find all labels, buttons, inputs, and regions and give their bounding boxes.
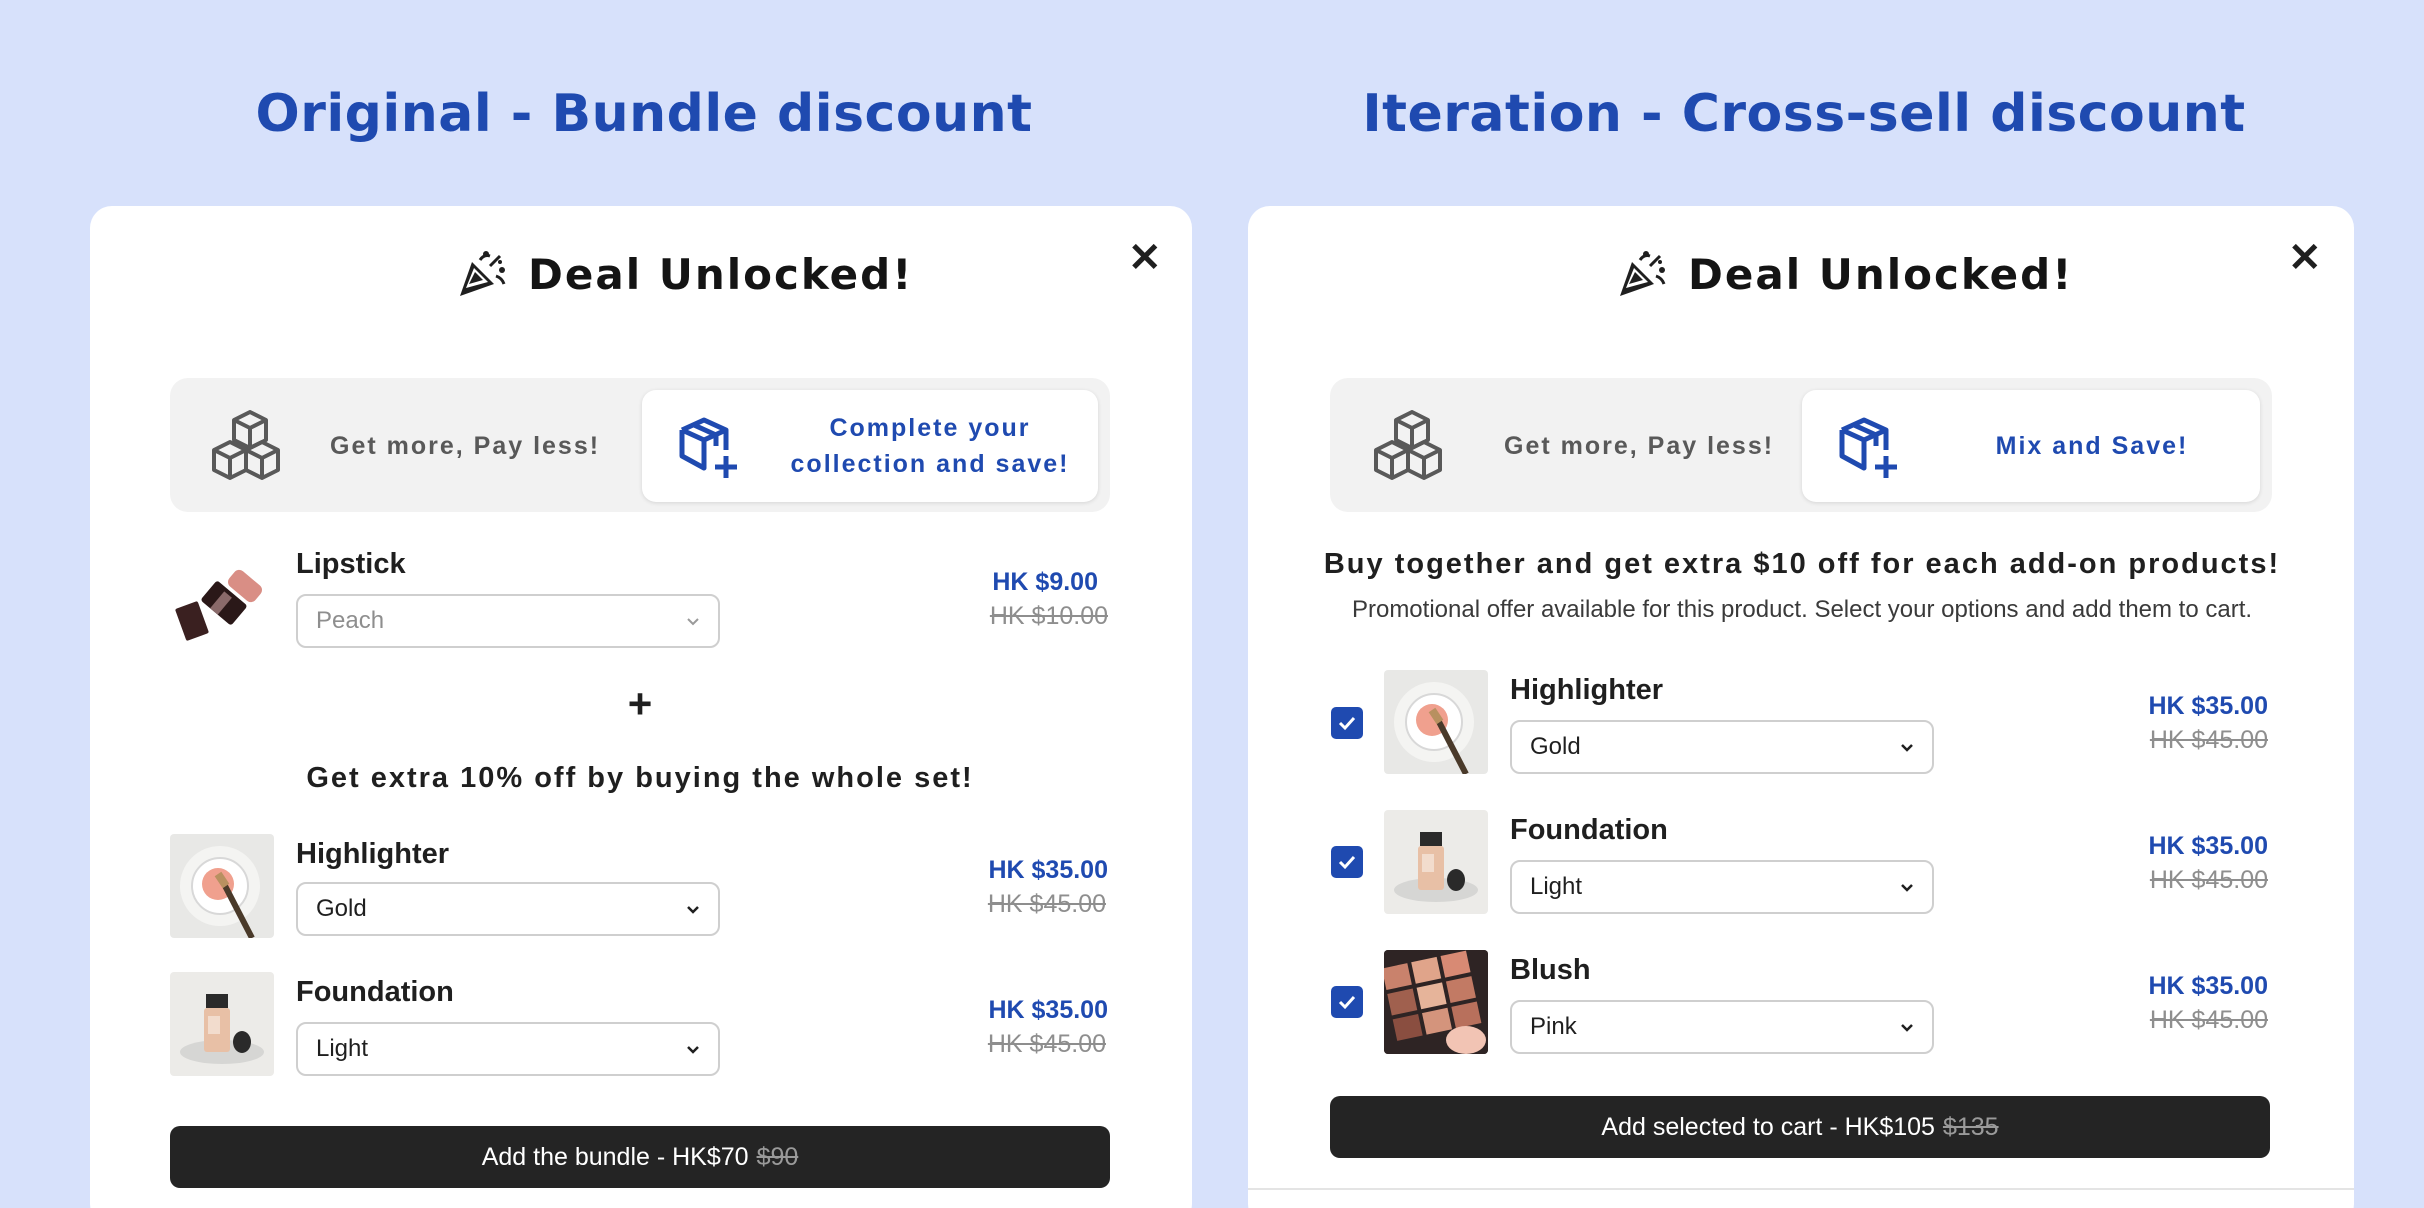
tab-get-more[interactable]: Get more, Pay less! (1330, 390, 1800, 502)
tab-complete-collection[interactable]: Complete your collection and save! (642, 390, 1098, 502)
right-footer-divider (1248, 1188, 2354, 1190)
foundation-shade-select[interactable]: Light (1510, 860, 1934, 914)
foundation-image (1384, 810, 1488, 914)
foundation-old-price: HK $45.00 (987, 1030, 1106, 1058)
chevron-down-icon (1901, 884, 1913, 892)
tab-complete-line1: Complete your (829, 414, 1031, 442)
lipstick-old-price: HK $10.00 (989, 602, 1108, 630)
tab-complete-line2: collection and save! (790, 450, 1070, 478)
lipstick-image (170, 554, 274, 658)
foundation-shade-value: Light (316, 1035, 369, 1062)
foundation-image (170, 972, 274, 1076)
add-bundle-label: Add the bundle - HK$70 (481, 1142, 749, 1171)
right-promo-title: Buy together and get extra $10 off for e… (1323, 548, 2281, 580)
highlighter-checkbox[interactable] (1331, 707, 1363, 739)
left-deal-title: Deal Unlocked! (456, 248, 913, 300)
blush-image (1384, 950, 1488, 1054)
blush-price: HK $35.00 (2148, 972, 2268, 1000)
highlighter-shade-value: Gold (1530, 733, 1581, 760)
chevron-down-icon (687, 618, 699, 626)
boxes-icon (212, 410, 280, 480)
foundation-checkbox[interactable] (1331, 846, 1363, 878)
highlighter-image (170, 834, 274, 938)
box-plus-icon (1839, 417, 1897, 478)
right-promo-subtitle: Promotional offer available for this pro… (1351, 596, 2253, 623)
left-tabs: Get more, Pay less! Complete your collec… (170, 378, 1110, 512)
foundation-name: Foundation (296, 976, 454, 1008)
checkmark-icon (1338, 716, 1356, 731)
highlighter-shade-value: Gold (316, 895, 367, 922)
highlighter-name: Highlighter (1510, 674, 1664, 706)
foundation-price: HK $35.00 (988, 996, 1108, 1024)
tab-get-more[interactable]: Get more, Pay less! (170, 390, 640, 502)
left-promo-text: Get extra 10% off by buying the whole se… (306, 762, 974, 794)
deal-title-text: Deal Unlocked! (528, 249, 914, 299)
foundation-old-price: HK $45.00 (2149, 866, 2268, 894)
chevron-down-icon (687, 1046, 699, 1054)
right-tabs: Get more, Pay less! Mix and Save! (1330, 378, 2272, 512)
blush-checkbox[interactable] (1331, 986, 1363, 1018)
checkmark-icon (1338, 855, 1356, 870)
party-popper-icon (460, 251, 506, 296)
tab-complete-label: Complete your collection and save! (770, 410, 1090, 482)
add-selected-old-price: $135 (1942, 1112, 1999, 1141)
lipstick-name: Lipstick (296, 548, 406, 580)
highlighter-old-price: HK $45.00 (987, 890, 1106, 918)
blush-name: Blush (1510, 954, 1591, 986)
lipstick-shade-value: Peach (316, 607, 385, 634)
blush-old-price: HK $45.00 (2149, 1006, 2268, 1034)
chevron-down-icon (1901, 744, 1913, 752)
right-deal-title: Deal Unlocked! (1616, 248, 2073, 300)
chevron-down-icon (687, 906, 699, 914)
highlighter-price: HK $35.00 (988, 856, 1108, 884)
box-plus-icon (679, 417, 737, 478)
lipstick-price: HK $9.00 (992, 568, 1098, 596)
tab-mix-and-save[interactable]: Mix and Save! (1802, 390, 2260, 502)
foundation-shade-value: Light (1530, 873, 1583, 900)
boxes-icon (1374, 410, 1442, 480)
foundation-shade-select[interactable]: Light (296, 1022, 720, 1076)
add-bundle-old-price: $90 (756, 1142, 799, 1171)
add-selected-label: Add selected to cart - HK$105 (1601, 1112, 1935, 1141)
blush-shade-value: Pink (1530, 1013, 1577, 1040)
highlighter-shade-select[interactable]: Gold (296, 882, 720, 936)
deal-title-text: Deal Unlocked! (1688, 249, 2074, 299)
checkmark-icon (1338, 995, 1356, 1010)
plus-sign: + (627, 680, 653, 727)
highlighter-old-price: HK $45.00 (2149, 726, 2268, 754)
right-close-button[interactable]: ✕ (2288, 238, 2322, 278)
highlighter-name: Highlighter (296, 838, 450, 870)
add-bundle-button[interactable]: Add the bundle - HK$70 $90 (170, 1126, 1110, 1188)
foundation-name: Foundation (1510, 814, 1668, 846)
add-selected-to-cart-button[interactable]: Add selected to cart - HK$105 $135 (1330, 1096, 2270, 1158)
party-popper-icon (1620, 251, 1666, 296)
foundation-price: HK $35.00 (2148, 832, 2268, 860)
left-close-button[interactable]: ✕ (1128, 238, 1162, 278)
chevron-down-icon (1901, 1024, 1913, 1032)
highlighter-shade-select[interactable]: Gold (1510, 720, 1934, 774)
tab-get-more-label: Get more, Pay less! (330, 432, 601, 460)
highlighter-image (1384, 670, 1488, 774)
blush-shade-select[interactable]: Pink (1510, 1000, 1934, 1054)
left-heading: Original - Bundle discount (255, 84, 1033, 144)
tab-get-more-label: Get more, Pay less! (1504, 432, 1775, 460)
lipstick-shade-select[interactable]: Peach (296, 594, 720, 648)
tab-mix-label: Mix and Save! (1995, 432, 2189, 460)
right-heading: Iteration - Cross-sell discount (1362, 84, 2246, 144)
highlighter-price: HK $35.00 (2148, 692, 2268, 720)
